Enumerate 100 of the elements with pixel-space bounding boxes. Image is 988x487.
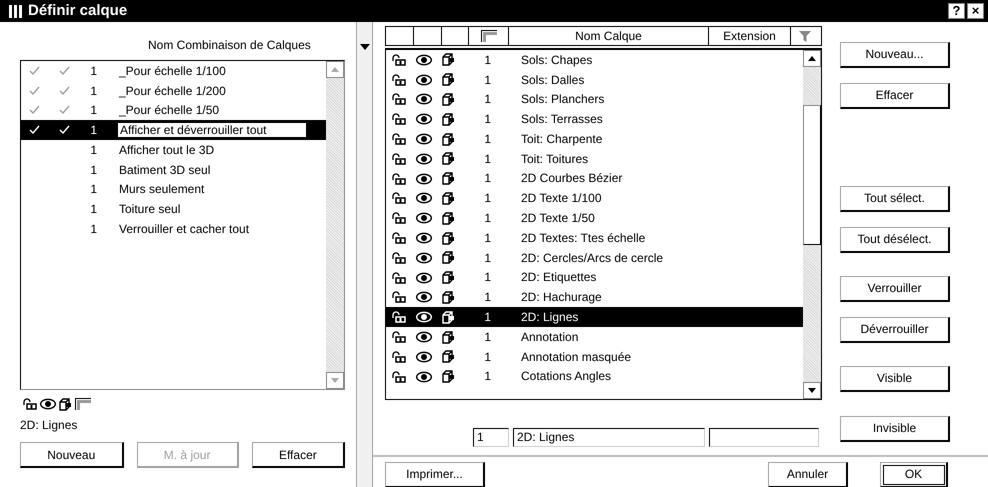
lock-icon [391, 152, 406, 165]
box-icon [442, 152, 455, 166]
layer-count: 1 [483, 152, 491, 166]
button[interactable]: OK [880, 462, 948, 487]
lock-icon [391, 272, 406, 284]
layer-row[interactable]: 1 Sols: Chapes [386, 50, 803, 70]
eye-icon [416, 172, 432, 185]
box-icon [442, 132, 455, 146]
combination-row[interactable]: 1 Toiture seul [21, 200, 326, 220]
layer-count: 1 [483, 171, 491, 186]
button[interactable]: Invisible [840, 416, 950, 442]
box-icon [442, 192, 455, 205]
eye-icon [416, 370, 432, 383]
eye-icon [40, 398, 56, 410]
layer-row[interactable]: 1 2D Texte 1/100 [386, 188, 803, 208]
layer-name: 2D: Lignes [521, 310, 578, 324]
layer-row[interactable]: 1 Sols: Dalles [386, 70, 803, 90]
lock-icon [391, 172, 406, 185]
layer-row[interactable]: 1 2D: Etiquettes [386, 268, 803, 288]
box-icon [442, 212, 455, 225]
box-icon [442, 112, 455, 126]
combination-row[interactable]: 1 Afficher et déverrouiller tout [21, 120, 326, 140]
layer-count: 1 [483, 270, 491, 285]
layer-count: 1 [483, 211, 491, 226]
layer-row[interactable]: 1 Sols: Terrasses [386, 109, 803, 130]
layer-count: 1 [483, 330, 491, 344]
layer-row[interactable]: 1 Sols: Planchers [386, 90, 803, 110]
eye-icon [416, 74, 432, 86]
lock-icon [391, 212, 406, 224]
button[interactable]: Effacer [252, 442, 345, 468]
eye-icon [416, 272, 432, 284]
name-field[interactable]: 2D: Lignes [513, 428, 705, 447]
button[interactable]: Visible [840, 366, 950, 392]
button[interactable]: Nouveau... [840, 42, 950, 68]
combination-row[interactable]: 1 Afficher tout le 3D [21, 140, 326, 160]
button[interactable]: Verrouiller [840, 276, 950, 302]
combination-row[interactable]: 1 Batiment 3D seul [21, 160, 326, 180]
button[interactable]: Tout désélect. [840, 227, 950, 253]
layer-count: 1 [89, 202, 97, 217]
layer-count: 1 [483, 230, 491, 246]
layer-name: 2D Texte 1/50 [521, 211, 595, 226]
scroll-down-button[interactable] [803, 382, 821, 399]
combination-row[interactable]: 1 _Pour échelle 1/200 [21, 80, 326, 101]
layer-count: 1 [483, 310, 491, 324]
scroll-thumb[interactable] [803, 105, 821, 245]
column-header[interactable]: Extension [709, 27, 791, 45]
window-title: Définir calque [28, 2, 128, 20]
layer-count: 1 [89, 162, 97, 178]
layer-count: 1 [89, 123, 97, 138]
extension-field[interactable] [709, 428, 819, 447]
close-button[interactable]: × [967, 3, 984, 19]
button[interactable]: Annuler [768, 462, 848, 487]
box-icon [442, 350, 455, 364]
layer-row[interactable]: 1 Annotation masquée [386, 346, 803, 367]
button[interactable]: Effacer [840, 83, 950, 109]
box-icon [442, 330, 455, 344]
eye-icon [416, 232, 432, 244]
button[interactable]: Nouveau [20, 442, 124, 468]
lock-icon [391, 311, 406, 324]
combination-row[interactable]: 1 Murs seulement [21, 180, 326, 200]
layer-row[interactable]: 1 Toit: Toitures [386, 148, 803, 169]
lock-icon [391, 350, 406, 363]
box-icon [442, 290, 455, 304]
help-button[interactable]: ? [948, 3, 965, 19]
column-header[interactable]: Nom Calque [509, 27, 709, 45]
layer-row[interactable]: 1 2D: Lignes [386, 307, 803, 328]
combination-row[interactable]: 1 Verrouiller et cacher tout [21, 219, 326, 240]
layer-count: 1 [483, 132, 491, 146]
combination-row[interactable]: 1 _Pour échelle 1/50 [21, 100, 326, 120]
layer-row[interactable]: 1 2D: Hachurage [386, 288, 803, 308]
eye-icon [416, 331, 432, 344]
box-icon [442, 92, 455, 106]
layer-row[interactable]: 1 Annotation [386, 327, 803, 347]
layer-row[interactable]: 1 2D Courbes Bézier [386, 168, 803, 189]
combination-name: Verrouiller et cacher tout [118, 222, 250, 236]
combination-row[interactable]: 1 _Pour échelle 1/100 [21, 61, 326, 81]
layer-name: 2D: Cercles/Arcs de cercle [521, 250, 664, 266]
up-arrow-icon [808, 56, 816, 61]
scroll-up-button[interactable] [803, 50, 821, 67]
button[interactable]: Imprimer... [385, 462, 485, 487]
layer-row[interactable]: 1 Cotations Angles [386, 366, 803, 387]
layer-row[interactable]: 1 2D Texte 1/50 [386, 208, 803, 228]
lock-icon [391, 370, 406, 383]
layer-row[interactable]: 1 2D Textes: Ttes échelle [386, 228, 803, 248]
layer-count: 1 [483, 92, 491, 107]
layer-row[interactable]: 1 2D: Cercles/Arcs de cercle [386, 248, 803, 268]
layer-count: 1 [483, 72, 491, 87]
layer-name: 2D Textes: Ttes échelle [521, 230, 646, 246]
layer-count: 1 [483, 290, 491, 305]
lock-icon [391, 291, 406, 304]
up-arrow-icon [331, 67, 339, 72]
filter-icon [799, 30, 811, 42]
eye-icon [416, 212, 432, 224]
number-field[interactable]: 1 [473, 428, 509, 447]
layer-row[interactable]: 1 Toit: Charpente [386, 129, 803, 149]
button[interactable]: Déverrouiller [840, 317, 950, 343]
layer-name: 2D Courbes Bézier [521, 171, 622, 186]
down-arrow-icon [331, 378, 339, 383]
button[interactable]: Tout sélect. [840, 186, 950, 212]
dropdown-arrow-icon [360, 44, 370, 50]
